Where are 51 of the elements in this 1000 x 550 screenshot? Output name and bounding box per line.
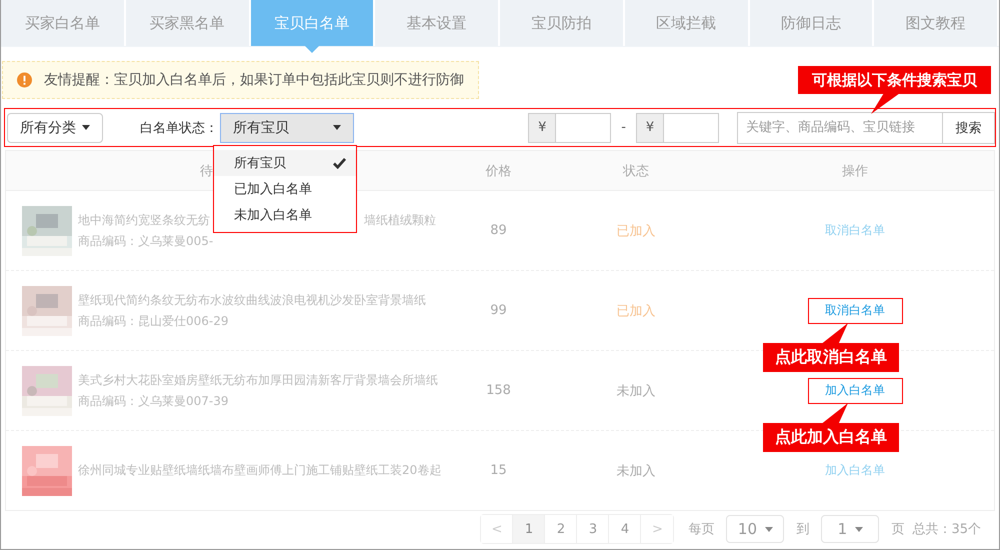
page-dropdown[interactable]: 1 bbox=[821, 515, 880, 543]
product-code: 商品编码：义乌莱曼007-39 bbox=[78, 392, 230, 410]
caret-icon bbox=[82, 125, 90, 130]
product-code: 商品编码：义乌莱曼005- bbox=[78, 232, 214, 250]
per-page-dropdown[interactable]: 10 bbox=[726, 515, 784, 543]
pointer-icon bbox=[304, 46, 319, 53]
price-text: 158 bbox=[486, 383, 511, 398]
status-text: 未加入 bbox=[616, 384, 656, 398]
min-price-field[interactable]: ¥ bbox=[528, 112, 612, 142]
product-title: 墙纸植绒颗粒 bbox=[364, 212, 436, 228]
total-count: 总共：35个 bbox=[912, 521, 981, 538]
status-text: 已加入 bbox=[616, 304, 656, 318]
product-title: 地中海简约宽竖条纹无纺 bbox=[78, 212, 210, 228]
column-header: 状态 bbox=[623, 164, 649, 178]
range-separator: - bbox=[621, 120, 626, 135]
status-text: 未加入 bbox=[616, 464, 656, 478]
caret-icon bbox=[333, 125, 341, 130]
whitelist-link[interactable]: 取消白名单 bbox=[808, 218, 902, 244]
goto-label: 到 bbox=[796, 521, 810, 538]
caret-icon bbox=[855, 526, 864, 532]
product-title: 徐州同城专业贴壁纸墙纸墙布壁画师傅上门施工铺贴壁纸工装20卷起 bbox=[78, 462, 442, 479]
status-text: 已加入 bbox=[616, 224, 656, 238]
whitelist-link[interactable]: 取消白名单 bbox=[808, 298, 902, 324]
page-label: 页 bbox=[891, 521, 904, 538]
keyword-field[interactable]: 关键字、商品编码、宝贝链接 搜索 bbox=[737, 112, 995, 144]
price-text: 89 bbox=[490, 223, 507, 238]
status-label: 白名单状态： bbox=[140, 120, 218, 136]
page-button[interactable]: 1 bbox=[513, 515, 546, 543]
product-title: 壁纸现代简约条纹无纺布水波纹曲线波浪电视机沙发卧室背景墙纸 bbox=[78, 292, 426, 308]
price-text: 99 bbox=[490, 303, 507, 318]
per-page-label: 每页 bbox=[688, 521, 714, 538]
whitelist-link[interactable]: 加入白名单 bbox=[808, 458, 902, 484]
max-price-field[interactable]: ¥ bbox=[636, 112, 719, 142]
category-dropdown[interactable]: 所有分类 bbox=[7, 112, 103, 142]
warning-icon bbox=[17, 72, 32, 88]
price-text: 15 bbox=[490, 463, 507, 478]
product-title: 美式乡村大花卧室婚房壁纸无纺布加厚田园清新客厅背景墙会所墙纸 bbox=[78, 372, 438, 388]
column-header: 操作 bbox=[842, 164, 868, 178]
menu-item[interactable]: 未加入白名单 bbox=[214, 202, 356, 228]
column-header: 待 bbox=[200, 162, 213, 180]
menu-item[interactable]: 所有宝贝 bbox=[214, 150, 356, 176]
column-header: 价格 bbox=[486, 164, 512, 178]
check-icon bbox=[333, 158, 346, 168]
menu-item[interactable]: 已加入白名单 bbox=[214, 176, 356, 202]
tab[interactable]: 宝贝白名单 bbox=[250, 0, 374, 46]
whitelist-link[interactable]: 加入白名单 bbox=[808, 378, 902, 404]
status-dropdown[interactable]: 所有宝贝 bbox=[220, 112, 354, 142]
caret-icon bbox=[765, 526, 773, 532]
notice-text: 友情提醒：宝贝加入白名单后，如果订单中包括此宝贝则不进行防御 bbox=[44, 71, 464, 89]
product-code: 商品编码：昆山爱仕006-29 bbox=[78, 312, 230, 330]
previous-page-button[interactable]: < bbox=[481, 515, 514, 543]
